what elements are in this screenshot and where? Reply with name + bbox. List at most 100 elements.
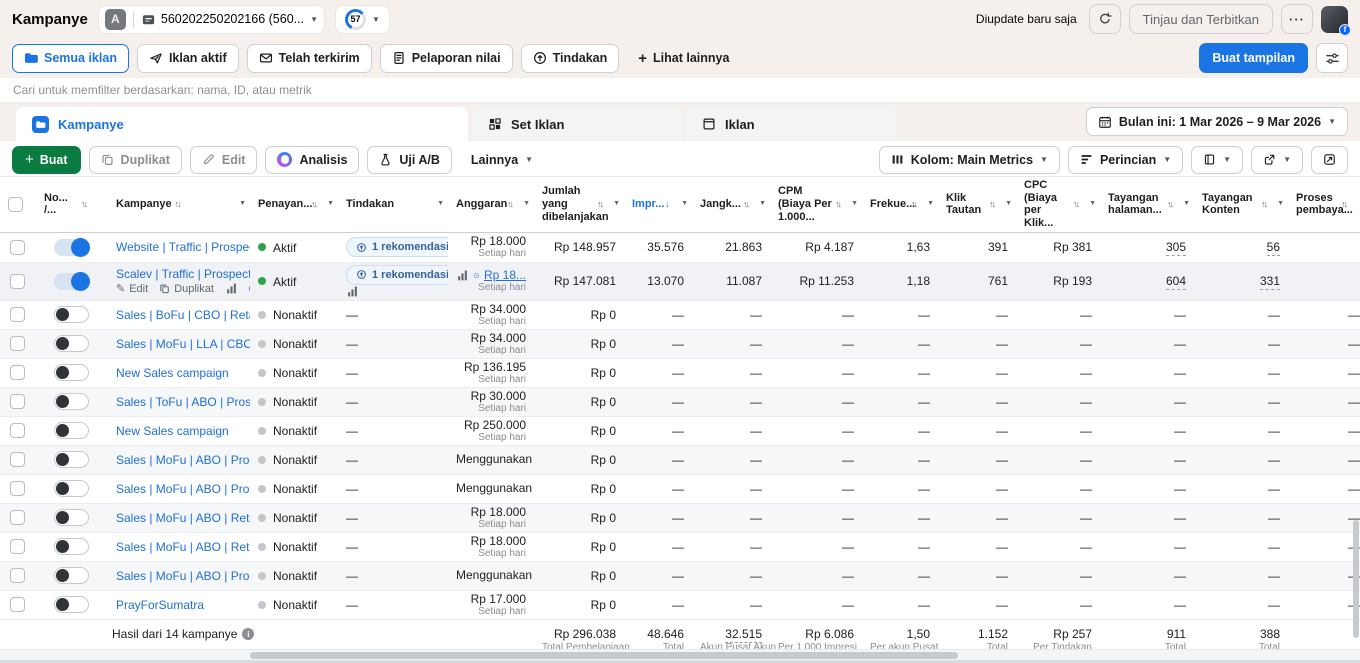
cell-lpv[interactable]: 604: [1166, 274, 1186, 290]
analyze-button[interactable]: Analisis: [265, 146, 359, 174]
campaign-toggle[interactable]: [54, 596, 89, 613]
search-input[interactable]: [13, 83, 1347, 97]
view-charts-icon[interactable]: [346, 285, 440, 298]
row-checkbox[interactable]: [10, 365, 25, 380]
header-select-all[interactable]: [0, 177, 36, 232]
column-filter-caret[interactable]: ▼: [437, 200, 444, 208]
column-filter-caret[interactable]: ▼: [327, 200, 334, 208]
budget-charts-icon[interactable]: [456, 269, 469, 282]
campaign-name-link[interactable]: Website | Traffic | Prospecting: [116, 240, 250, 254]
horizontal-scrollbar-thumb[interactable]: [250, 652, 958, 659]
footer-reach[interactable]: 32.515: [725, 627, 762, 643]
filter-chip-semua-iklan[interactable]: Semua iklan: [12, 44, 129, 73]
column-header-action[interactable]: Tindakan▼: [338, 177, 448, 232]
refresh-button[interactable]: [1089, 4, 1121, 34]
sort-toggle-icon[interactable]: ↑↓: [989, 199, 994, 209]
column-header-cv[interactable]: Tayangan Konten↑↓▼: [1194, 177, 1288, 232]
breakdown-button[interactable]: Perincian▼: [1068, 146, 1183, 174]
campaign-name-link[interactable]: Sales | MoFu | ABO | Retarget...: [116, 511, 250, 525]
column-filter-caret[interactable]: ▼: [1277, 200, 1284, 208]
sort-toggle-icon[interactable]: ↑↓: [507, 199, 512, 209]
profile-avatar[interactable]: f: [1321, 6, 1348, 33]
campaign-toggle[interactable]: [54, 273, 89, 290]
cell-cv[interactable]: 56: [1267, 240, 1280, 256]
row-checkbox[interactable]: [10, 423, 25, 438]
row-checkbox[interactable]: [10, 452, 25, 467]
filter-chip-telah-terkirim[interactable]: Telah terkirim: [247, 44, 372, 73]
column-header-freq[interactable]: Frekue...↑↓▼: [862, 177, 938, 232]
sort-toggle-icon[interactable]: ↑↓: [1261, 199, 1266, 209]
column-header-spent[interactable]: Jumlah yang dibelanjakan↑↓▼: [534, 177, 624, 232]
campaign-name-link[interactable]: Sales | MoFu | ABO | Prospect...: [116, 453, 250, 467]
sort-toggle-icon[interactable]: ↑↓: [1073, 199, 1078, 209]
column-header-cpm[interactable]: CPM (Biaya Per 1.000...↑↓▼: [770, 177, 862, 232]
row-checkbox[interactable]: [10, 481, 25, 496]
cell-lpv[interactable]: 305: [1166, 240, 1186, 256]
chart-expand-button[interactable]: [1311, 146, 1348, 174]
sort-toggle-icon[interactable]: ↑↓: [835, 199, 840, 209]
view-settings-button[interactable]: [1316, 43, 1348, 73]
column-filter-caret[interactable]: ▼: [239, 200, 246, 208]
sort-toggle-icon[interactable]: ↑↓: [597, 199, 602, 209]
campaign-name-link[interactable]: PrayForSumatra: [116, 598, 204, 612]
column-filter-caret[interactable]: ▼: [613, 200, 620, 208]
column-filter-caret[interactable]: ▼: [1183, 200, 1190, 208]
sort-toggle-icon[interactable]: ↑↓: [175, 199, 180, 209]
recommendation-badge[interactable]: 1 rekomendasi: [346, 265, 448, 285]
column-filter-caret[interactable]: ▼: [523, 200, 530, 208]
ab-test-button[interactable]: Uji A/B: [367, 146, 452, 174]
tab-kampanye[interactable]: Kampanye: [16, 107, 468, 141]
sort-toggle-icon[interactable]: ↑↓: [1341, 199, 1346, 209]
campaign-name-link[interactable]: Sales | MoFu | ABO | Retarget...: [116, 540, 250, 554]
row-analyze-action[interactable]: [249, 283, 250, 294]
column-header-name[interactable]: Kampanye↑↓▼: [108, 177, 250, 232]
row-checkbox[interactable]: [10, 394, 25, 409]
account-selector[interactable]: A 560202250202166 (560... ▼: [98, 5, 325, 34]
campaign-toggle[interactable]: [54, 480, 89, 497]
column-filter-caret[interactable]: ▼: [851, 200, 858, 208]
row-duplicate-action[interactable]: Duplikat: [159, 283, 214, 295]
row-checkbox[interactable]: [10, 597, 25, 612]
reports-button[interactable]: ▼: [1191, 146, 1243, 174]
campaign-toggle[interactable]: [54, 451, 89, 468]
horizontal-scrollbar[interactable]: [0, 649, 1360, 660]
row-checkbox[interactable]: [10, 568, 25, 583]
duplicate-button[interactable]: Duplikat: [89, 146, 182, 174]
filter-chip-iklan-aktif[interactable]: Iklan aktif: [137, 44, 239, 73]
row-checkbox[interactable]: [10, 539, 25, 554]
row-checkbox[interactable]: [10, 274, 25, 289]
campaign-toggle[interactable]: [54, 364, 89, 381]
campaign-toggle[interactable]: [54, 509, 89, 526]
row-checkbox[interactable]: [10, 510, 25, 525]
column-header-impressions[interactable]: Impr...↓▼: [624, 177, 692, 232]
more-options-button[interactable]: ···: [1281, 4, 1313, 34]
filter-chip-lihat-lainnya[interactable]: +Lihat lainnya: [627, 44, 740, 73]
column-header-lpv[interactable]: Tayangan halaman...↑↓▼: [1100, 177, 1194, 232]
sort-desc-icon[interactable]: ↓: [665, 199, 668, 209]
column-header-delivery[interactable]: Penayan...↑↓▼: [250, 177, 338, 232]
column-header-clicks[interactable]: Klik Tautan↑↓▼: [938, 177, 1016, 232]
campaign-name-link[interactable]: Sales | MoFu | ABO | Prospect...: [116, 482, 250, 496]
tab-set-iklan[interactable]: Set Iklan: [472, 107, 682, 141]
sort-toggle-icon[interactable]: ↑↓: [743, 199, 748, 209]
filter-chip-tindakan[interactable]: Tindakan: [521, 44, 620, 73]
campaign-name-link[interactable]: Sales | MoFu | LLA | CBO | Pro...: [116, 337, 250, 351]
sort-toggle-icon[interactable]: ↑↓: [81, 199, 86, 209]
sort-toggle-icon[interactable]: ↑↓: [311, 199, 316, 209]
campaign-name-link[interactable]: Sales | BoFu | CBO | Retargett...: [116, 308, 250, 322]
campaign-name-link[interactable]: Sales | MoFu | ABO | Prospect...: [116, 569, 250, 583]
campaign-toggle[interactable]: [54, 393, 89, 410]
campaign-toggle[interactable]: [54, 538, 89, 555]
campaign-toggle[interactable]: [54, 306, 89, 323]
edit-button[interactable]: Edit: [190, 146, 258, 174]
select-all-checkbox[interactable]: [8, 197, 23, 212]
review-publish-button[interactable]: Tinjau dan Terbitkan: [1129, 4, 1273, 34]
date-range-selector[interactable]: Bulan ini: 1 Mar 2026 – 9 Mar 2026 ▼: [1086, 107, 1348, 136]
column-header-checkout[interactable]: Proses pembaya...↑↓: [1288, 177, 1360, 232]
column-filter-caret[interactable]: ▼: [927, 200, 934, 208]
column-header-budget[interactable]: Anggaran↑↓▼: [448, 177, 534, 232]
campaign-name-link[interactable]: New Sales campaign: [116, 366, 229, 380]
campaign-name-link[interactable]: New Sales campaign: [116, 424, 229, 438]
row-edit-action[interactable]: ✎Edit: [116, 282, 148, 295]
column-filter-caret[interactable]: ▼: [1005, 200, 1012, 208]
